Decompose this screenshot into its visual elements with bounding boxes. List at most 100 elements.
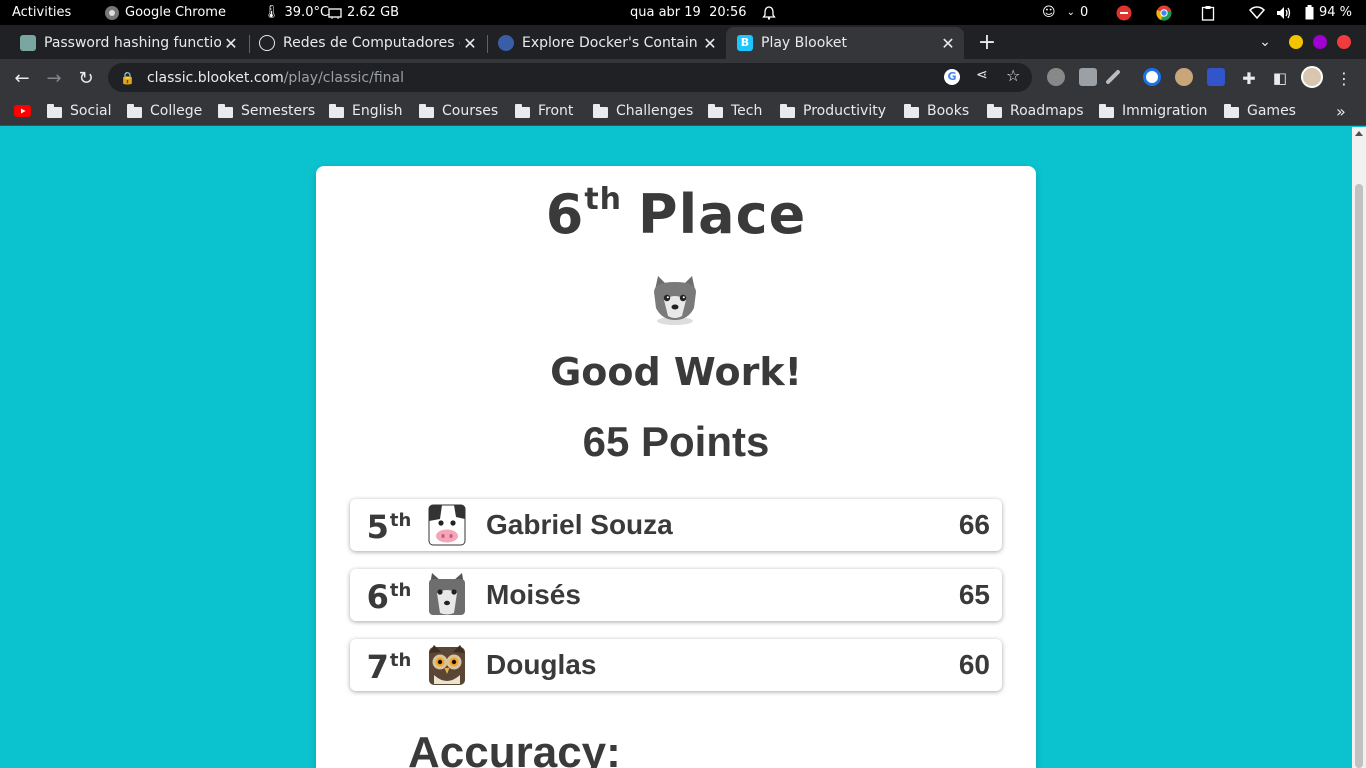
cow-avatar: [428, 504, 466, 546]
close-icon[interactable]: ✕: [221, 34, 241, 53]
close-icon[interactable]: ✕: [460, 34, 480, 53]
bookmark-folder[interactable]: Courses: [419, 101, 498, 121]
blooket-page: 6th Place Good Work! 65 Points 5th Gabri…: [0, 127, 1352, 768]
bookmark-folder[interactable]: Front: [515, 101, 573, 121]
player-name: Moisés: [486, 579, 581, 610]
bookmark-label: English: [352, 103, 403, 119]
bookmark-label: Challenges: [616, 103, 694, 119]
chrome-tray-icon[interactable]: [1156, 0, 1172, 25]
bookmark-folder[interactable]: Productivity: [780, 101, 886, 121]
folder-icon: [515, 103, 530, 118]
speed-extension-icon[interactable]: [1143, 68, 1161, 86]
rank-label: 5th: [350, 508, 428, 546]
browser-toolbar: ← → ↻ 🔒 classic.blooket.com/play/classic…: [0, 59, 1366, 96]
close-icon[interactable]: ✕: [938, 34, 958, 53]
bookmark-folder[interactable]: English: [329, 101, 403, 121]
reload-button[interactable]: ↻: [73, 65, 99, 91]
wifi-icon[interactable]: [1249, 0, 1265, 25]
face-extension-icon[interactable]: [1175, 68, 1193, 86]
results-card: 6th Place Good Work! 65 Points 5th Gabri…: [316, 166, 1036, 768]
youtube-bookmark[interactable]: [14, 101, 31, 121]
place-number: 6: [545, 183, 585, 246]
tab-docker[interactable]: Explore Docker's Contain ✕: [478, 27, 726, 59]
kebab-menu-icon[interactable]: ⋮: [1331, 65, 1357, 91]
camera-icon[interactable]: [1079, 68, 1097, 86]
scroll-up-arrow-icon[interactable]: [1355, 131, 1363, 136]
folder-icon: [1224, 103, 1239, 118]
clipboard-icon[interactable]: [1201, 0, 1215, 25]
accuracy-label: Accuracy:: [408, 728, 621, 768]
bookmark-star-icon[interactable]: ☆: [1006, 66, 1020, 85]
folder-icon: [47, 103, 62, 118]
profile-avatar[interactable]: [1301, 66, 1323, 88]
activities-label: Activities: [12, 5, 72, 20]
bookmark-folder[interactable]: Roadmaps: [987, 101, 1084, 121]
bookmark-label: Courses: [442, 103, 499, 119]
volume-icon[interactable]: [1276, 0, 1292, 25]
player-score: 60: [958, 649, 990, 680]
minimize-button[interactable]: [1289, 35, 1303, 49]
bookmark-folder[interactable]: Games: [1224, 101, 1296, 121]
bookmark-label: Productivity: [803, 103, 886, 119]
translate-icon[interactable]: [1207, 68, 1225, 86]
url-path: /play/classic/final: [283, 69, 405, 86]
memory-value: 2.62 GB: [347, 5, 400, 20]
bookmark-folder[interactable]: Semesters: [218, 101, 315, 121]
app-name: Google Chrome: [125, 5, 226, 20]
place-suffix: th: [584, 182, 623, 217]
puzzle-icon[interactable]: ✚: [1236, 65, 1262, 91]
leaderboard-row: 7th Douglas 60: [350, 639, 1002, 691]
rank-number: 6: [366, 578, 389, 616]
battery-indicator[interactable]: 94 %: [1305, 0, 1352, 25]
folder-icon: [127, 103, 142, 118]
tab-title: Password hashing functio: [44, 35, 221, 51]
bookmark-label: College: [150, 103, 203, 119]
tab-search-chevron-icon[interactable]: ⌄: [1252, 29, 1278, 55]
place-word: Place: [638, 183, 807, 246]
scrollbar-thumb[interactable]: [1355, 184, 1363, 768]
more-bookmarks-chevron-icon[interactable]: »: [1336, 101, 1346, 121]
chrome-icon: [105, 5, 119, 20]
folder-icon: [218, 103, 233, 118]
temperature-indicator: 🌡 39.0°C: [263, 0, 329, 25]
bookmark-folder[interactable]: College: [127, 101, 202, 121]
address-bar[interactable]: 🔒 classic.blooket.com/play/classic/final…: [108, 63, 1032, 92]
bookmark-folder[interactable]: Challenges: [593, 101, 693, 121]
bookmark-label: Books: [927, 103, 970, 119]
player-name: Douglas: [486, 649, 597, 680]
bookmark-label: Semesters: [241, 103, 316, 119]
folder-icon: [904, 103, 919, 118]
extension-icon[interactable]: [1047, 68, 1065, 86]
side-panel-icon[interactable]: ◧: [1267, 65, 1293, 91]
close-window-button[interactable]: [1337, 35, 1351, 49]
folder-icon: [780, 103, 795, 118]
tab-redes[interactable]: Redes de Computadores e ✕: [239, 27, 486, 59]
bookmark-folder[interactable]: Immigration: [1099, 101, 1207, 121]
bookmark-label: Roadmaps: [1010, 103, 1084, 119]
do-not-disturb-icon[interactable]: [1116, 0, 1132, 25]
activities-button[interactable]: Activities: [12, 0, 71, 25]
clock[interactable]: qua abr 19 20:56: [630, 0, 776, 25]
page-scrollbar[interactable]: [1352, 127, 1366, 768]
folder-icon: [708, 103, 723, 118]
google-icon[interactable]: G: [944, 69, 960, 85]
app-menu[interactable]: Google Chrome: [104, 0, 226, 25]
points-total: 65 Points: [582, 418, 770, 465]
pen-icon[interactable]: [1105, 69, 1121, 85]
rank-label: 6th: [350, 578, 428, 616]
back-button[interactable]: ←: [9, 65, 35, 91]
bookmark-folder[interactable]: Tech: [708, 101, 762, 121]
bookmark-label: Social: [70, 103, 112, 119]
maximize-button[interactable]: [1313, 35, 1327, 49]
wolf-avatar: [429, 573, 465, 615]
tray-indicator[interactable]: ☺ ⌄ 0: [1042, 0, 1088, 25]
tab-play-blooket[interactable]: B Play Blooket ✕: [726, 27, 964, 59]
tab-title: Redes de Computadores e: [283, 35, 460, 51]
share-icon[interactable]: ⋖: [976, 67, 988, 83]
forward-button[interactable]: →: [41, 65, 67, 91]
bookmark-folder[interactable]: Social: [47, 101, 112, 121]
tab-password-hashing[interactable]: Password hashing functio ✕: [0, 27, 247, 59]
close-icon[interactable]: ✕: [700, 34, 720, 53]
bookmark-folder[interactable]: Books: [904, 101, 969, 121]
new-tab-button[interactable]: +: [974, 29, 1000, 55]
